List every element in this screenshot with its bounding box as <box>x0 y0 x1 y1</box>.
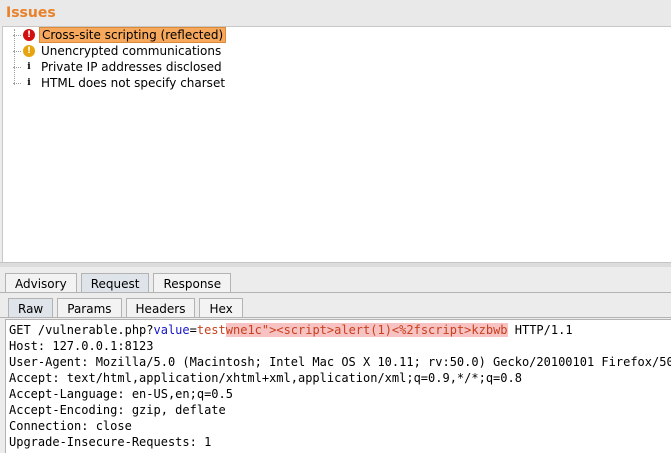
header-host: Host: 127.0.0.1:8123 <box>9 339 154 353</box>
header-accept-encoding: Accept-Encoding: gzip, deflate <box>9 403 226 417</box>
tab-response[interactable]: Response <box>153 273 232 293</box>
issue-row-private-ip[interactable]: i Private IP addresses disclosed <box>13 59 224 75</box>
issue-label: Private IP addresses disclosed <box>41 60 222 74</box>
tab-divider <box>0 292 671 293</box>
request-text: GET /vulnerable.php?value=testwne1c"><sc… <box>6 320 671 450</box>
exclamation-red-icon: ! <box>23 29 35 41</box>
request-editor[interactable]: GET /vulnerable.php?value=testwne1c"><sc… <box>5 319 671 453</box>
tab-advisory[interactable]: Advisory <box>5 273 77 293</box>
header-accept-language: Accept-Language: en-US,en;q=0.5 <box>9 387 233 401</box>
request-line: GET /vulnerable.php?value=testwne1c"><sc… <box>9 323 573 337</box>
tab-request[interactable]: Request <box>80 273 150 293</box>
issue-row-xss[interactable]: ! Cross-site scripting (reflected) <box>13 27 227 43</box>
message-tabs: Raw Params Headers Hex <box>0 296 671 318</box>
tab-params[interactable]: Params <box>57 298 122 318</box>
xss-payload-highlight: wne1c"><script>alert(1)<%2fscript>kzbwb <box>225 323 508 337</box>
param-name: value <box>153 323 190 337</box>
tab-hex[interactable]: Hex <box>199 298 243 318</box>
issues-header: Issues <box>0 0 671 26</box>
issues-title: Issues <box>6 5 56 21</box>
header-user-agent: User-Agent: Mozilla/5.0 (Macintosh; Inte… <box>9 355 671 369</box>
issue-row-charset[interactable]: i HTML does not specify charset <box>13 75 227 91</box>
issue-label: Cross-site scripting (reflected) <box>39 27 227 43</box>
tab-divider <box>0 317 671 318</box>
param-value: test <box>196 323 226 337</box>
issue-row-unencrypted[interactable]: ! Unencrypted communications <box>13 43 223 59</box>
tree-branch <box>13 34 21 36</box>
header-accept: Accept: text/html,application/xhtml+xml,… <box>9 371 522 385</box>
info-icon: i <box>27 61 31 72</box>
info-icon: i <box>27 77 31 88</box>
exclamation-orange-icon: ! <box>23 45 35 57</box>
tree-branch <box>13 50 21 52</box>
detail-tabs: Advisory Request Response <box>0 271 671 293</box>
panel-splitter[interactable] <box>0 262 671 267</box>
tab-headers[interactable]: Headers <box>125 298 196 318</box>
issues-tree: ! Cross-site scripting (reflected) ! Une… <box>2 26 671 263</box>
issue-label: HTML does not specify charset <box>41 76 226 90</box>
header-connection: Connection: close <box>9 419 132 433</box>
tree-branch <box>13 82 21 84</box>
tree-branch <box>13 66 21 68</box>
header-upgrade-insecure: Upgrade-Insecure-Requests: 1 <box>9 435 212 449</box>
issue-label: Unencrypted communications <box>41 44 222 58</box>
tab-raw[interactable]: Raw <box>8 298 54 318</box>
